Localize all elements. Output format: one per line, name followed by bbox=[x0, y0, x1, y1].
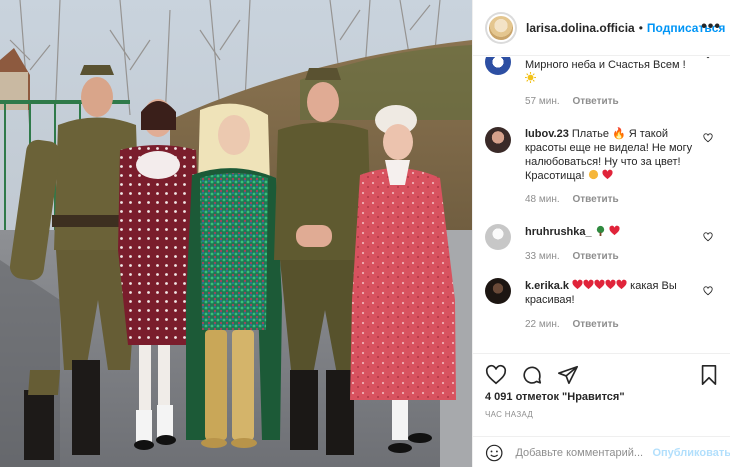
comment-time: 22 мин. bbox=[525, 319, 560, 330]
comment-text: k.erika.k какая Вы красивая! bbox=[525, 279, 700, 307]
like-comment-heart-icon[interactable] bbox=[703, 57, 713, 59]
red-heart-emoji-icon bbox=[605, 279, 616, 290]
avatar-image bbox=[487, 13, 515, 42]
more-options-icon[interactable]: ••• bbox=[701, 18, 721, 36]
clap-emoji-icon bbox=[588, 169, 598, 180]
publish-button[interactable]: Опубликовать bbox=[652, 447, 730, 459]
comments-list[interactable]: Мирного неба и Счастья Всем ! 57 мин. От… bbox=[473, 57, 730, 353]
post-side-panel: larisa.dolina.officia • Подписаться ••• … bbox=[472, 0, 730, 467]
comment-username[interactable]: hruhrushka_ bbox=[525, 226, 592, 238]
red-heart-emoji-icon bbox=[572, 279, 583, 290]
comment-avatar[interactable] bbox=[485, 224, 511, 250]
tree-emoji-icon bbox=[596, 225, 604, 236]
reply-button[interactable]: Ответить bbox=[572, 319, 618, 330]
author-avatar[interactable] bbox=[485, 11, 517, 44]
reply-button[interactable]: Ответить bbox=[572, 194, 618, 205]
reply-button[interactable]: Ответить bbox=[572, 96, 618, 107]
comment-icon[interactable] bbox=[521, 364, 543, 386]
share-icon[interactable] bbox=[557, 364, 579, 386]
comment-text: hruhrushka_ bbox=[525, 225, 700, 239]
author-username[interactable]: larisa.dolina.officia bbox=[526, 21, 635, 35]
comment-avatar[interactable] bbox=[485, 57, 511, 75]
comment-meta: 57 мин. Ответить bbox=[525, 96, 629, 107]
likes-count[interactable]: 4 091 отметок "Нравится" bbox=[485, 391, 625, 403]
header-separator: • bbox=[638, 20, 643, 35]
comment-text: lubov.23 Платье 🔥 Я такой красоты еще не… bbox=[525, 127, 700, 183]
post-header: larisa.dolina.officia • Подписаться ••• bbox=[473, 0, 730, 56]
comment-username[interactable]: lubov.23 bbox=[525, 128, 569, 140]
photo-illustration bbox=[0, 0, 472, 467]
post-photo[interactable] bbox=[0, 0, 472, 467]
comment-avatar[interactable] bbox=[485, 127, 511, 153]
emoji-picker-icon[interactable] bbox=[485, 443, 503, 463]
action-icons bbox=[485, 364, 579, 386]
like-comment-heart-icon[interactable] bbox=[703, 232, 713, 242]
comment-meta: 48 мин. Ответить bbox=[525, 194, 629, 205]
post-actions: 4 091 отметок "Нравится" ЧАС НАЗАД Опубл… bbox=[473, 353, 730, 467]
comment-meta: 33 мин. Ответить bbox=[525, 251, 629, 262]
red-heart-emoji-icon bbox=[616, 279, 627, 290]
red-heart-emoji-icon bbox=[609, 225, 620, 236]
bookmark-icon[interactable] bbox=[699, 364, 719, 386]
comment-username[interactable]: k.erika.k bbox=[525, 280, 569, 292]
comment-time: 57 мин. bbox=[525, 96, 560, 107]
add-comment-bar: Опубликовать bbox=[473, 436, 730, 467]
comment-text: Мирного неба и Счастья Всем ! bbox=[525, 58, 700, 86]
save-button[interactable] bbox=[699, 364, 719, 386]
red-heart-emoji-icon bbox=[583, 279, 594, 290]
sun-emoji-icon bbox=[525, 72, 536, 83]
red-heart-emoji-icon bbox=[602, 169, 613, 180]
red-heart-emoji-icon bbox=[594, 279, 605, 290]
like-comment-heart-icon[interactable] bbox=[703, 133, 713, 143]
like-comment-heart-icon[interactable] bbox=[703, 286, 713, 296]
comment-input[interactable] bbox=[515, 446, 651, 459]
heart-icon[interactable] bbox=[485, 364, 507, 386]
reply-button[interactable]: Ответить bbox=[572, 251, 618, 262]
comment-time: 33 мин. bbox=[525, 251, 560, 262]
post-time[interactable]: ЧАС НАЗАД bbox=[485, 410, 533, 419]
comment-meta: 22 мин. Ответить bbox=[525, 319, 629, 330]
comment-time: 48 мин. bbox=[525, 194, 560, 205]
comment-avatar[interactable] bbox=[485, 278, 511, 304]
comment-text-content: Мирного неба и Счастья Всем ! bbox=[525, 59, 686, 71]
